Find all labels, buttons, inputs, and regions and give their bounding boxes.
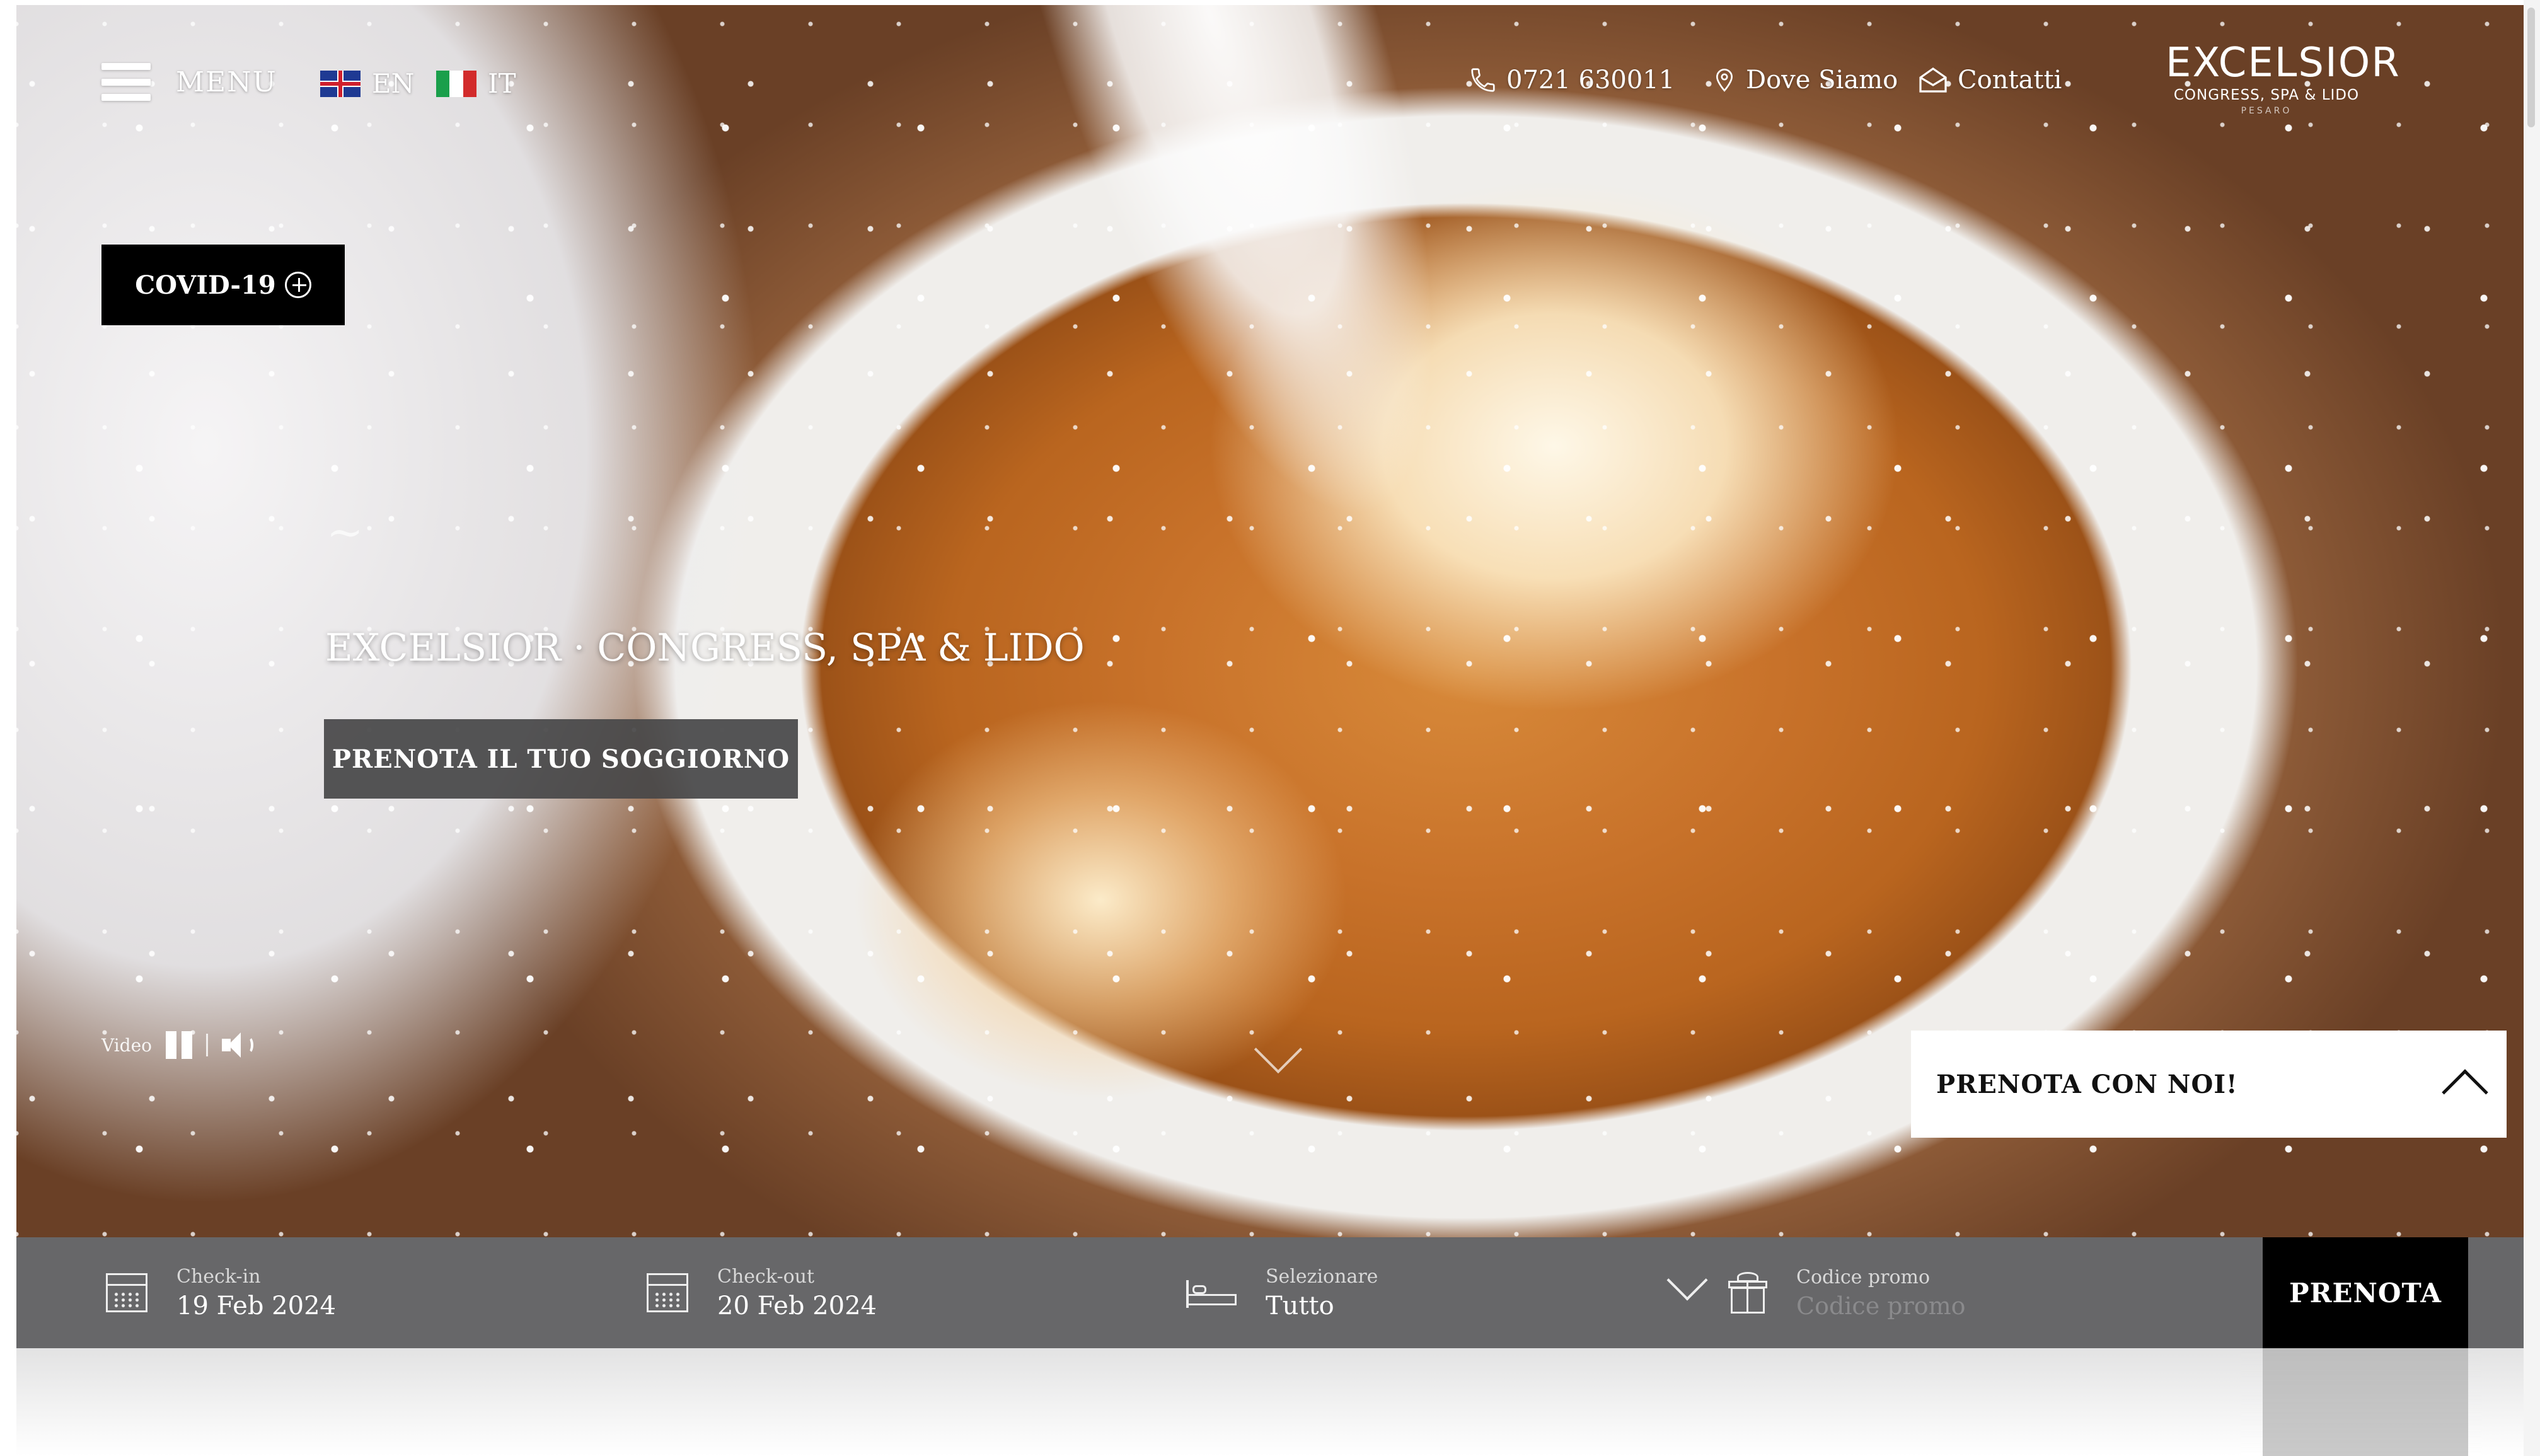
italy-flag-icon — [436, 70, 476, 97]
phone-link[interactable]: 0721 630011 — [1469, 66, 1675, 95]
video-controls: Video — [101, 1031, 255, 1059]
checkin-field[interactable]: Check-in 19 Feb 2024 — [106, 1237, 336, 1348]
language-en-label: EN — [372, 68, 415, 99]
plus-circle-icon — [284, 272, 311, 298]
envelope-icon — [1919, 67, 1947, 93]
checkout-field[interactable]: Check-out 20 Feb 2024 — [647, 1237, 877, 1348]
checkout-label: Check-out — [717, 1265, 815, 1288]
hero-title: EXCELSIOR · CONGRESS, SPA & LIDO — [325, 626, 1085, 670]
logo-city: PESARO — [2241, 106, 2292, 116]
logo-main: EXCELSIOR — [2166, 40, 2401, 86]
book-with-us-title: PRENOTA CON NOI! — [1936, 1069, 2238, 1099]
scrollbar[interactable] — [2524, 0, 2540, 1456]
menu-button[interactable]: MENU — [101, 63, 277, 101]
calendar-icon — [647, 1273, 688, 1312]
book-submit-button[interactable]: PRENOTA — [2263, 1237, 2468, 1348]
decorative-wave: ~ — [326, 506, 364, 558]
divider — [206, 1034, 209, 1056]
promo-label: Codice promo — [1796, 1266, 1931, 1288]
map-pin-icon — [1716, 68, 1733, 92]
contact-link[interactable]: Contatti — [1917, 66, 2062, 95]
checkin-value: 19 Feb 2024 — [176, 1291, 336, 1320]
contact-label: Contatti — [1958, 66, 2062, 95]
select-label: Selezionare — [1266, 1265, 1378, 1288]
checkout-value: 20 Feb 2024 — [717, 1291, 877, 1320]
language-it[interactable]: IT — [436, 68, 516, 99]
speaker-icon[interactable] — [222, 1031, 255, 1059]
booking-bar: Check-in 19 Feb 2024 Check-out 20 Feb 20… — [16, 1237, 2524, 1348]
where-label: Dove Siamo — [1746, 66, 1898, 95]
reflection-button — [2263, 1348, 2468, 1456]
covid-button[interactable]: COVID-19 — [101, 245, 345, 325]
booking-bar-reflection — [16, 1348, 2524, 1456]
video-label: Video — [101, 1034, 153, 1056]
covid-label: COVID-19 — [135, 270, 276, 300]
pause-icon[interactable] — [166, 1031, 193, 1059]
page: MENU EN IT 0721 630011 Dove Siamo Contat… — [16, 5, 2524, 1456]
logo-sub: CONGRESS, SPA & LIDO — [2173, 87, 2360, 103]
book-with-us-panel[interactable]: PRENOTA CON NOI! — [1911, 1031, 2507, 1138]
language-it-label: IT — [488, 68, 516, 99]
phone-icon — [1471, 68, 1495, 92]
select-value: Tutto — [1266, 1291, 1334, 1320]
promo-input[interactable]: Codice promo — [1796, 1292, 1966, 1320]
phone-number: 0721 630011 — [1506, 66, 1675, 95]
calendar-icon — [106, 1273, 147, 1312]
logo[interactable]: EXCELSIOR CONGRESS, SPA & LIDO PESARO — [2166, 40, 2401, 116]
scrollbar-thumb[interactable] — [2527, 8, 2535, 127]
hamburger-icon — [101, 63, 151, 101]
language-en[interactable]: EN — [320, 68, 414, 99]
gift-icon — [1728, 1272, 1767, 1314]
promo-field[interactable]: Codice promo Codice promo — [1728, 1237, 1966, 1348]
checkin-label: Check-in — [176, 1265, 261, 1288]
menu-label: MENU — [176, 66, 277, 98]
book-stay-button[interactable]: PRENOTA IL TUO SOGGIORNO — [324, 719, 798, 799]
uk-flag-icon — [320, 70, 361, 97]
chevron-up-icon — [2442, 1069, 2488, 1116]
bed-icon — [1186, 1278, 1237, 1308]
where-link[interactable]: Dove Siamo — [1712, 66, 1898, 95]
room-select[interactable]: Selezionare Tutto — [1186, 1237, 1378, 1348]
site-header: MENU EN IT 0721 630011 Dove Siamo Contat… — [16, 5, 2524, 156]
